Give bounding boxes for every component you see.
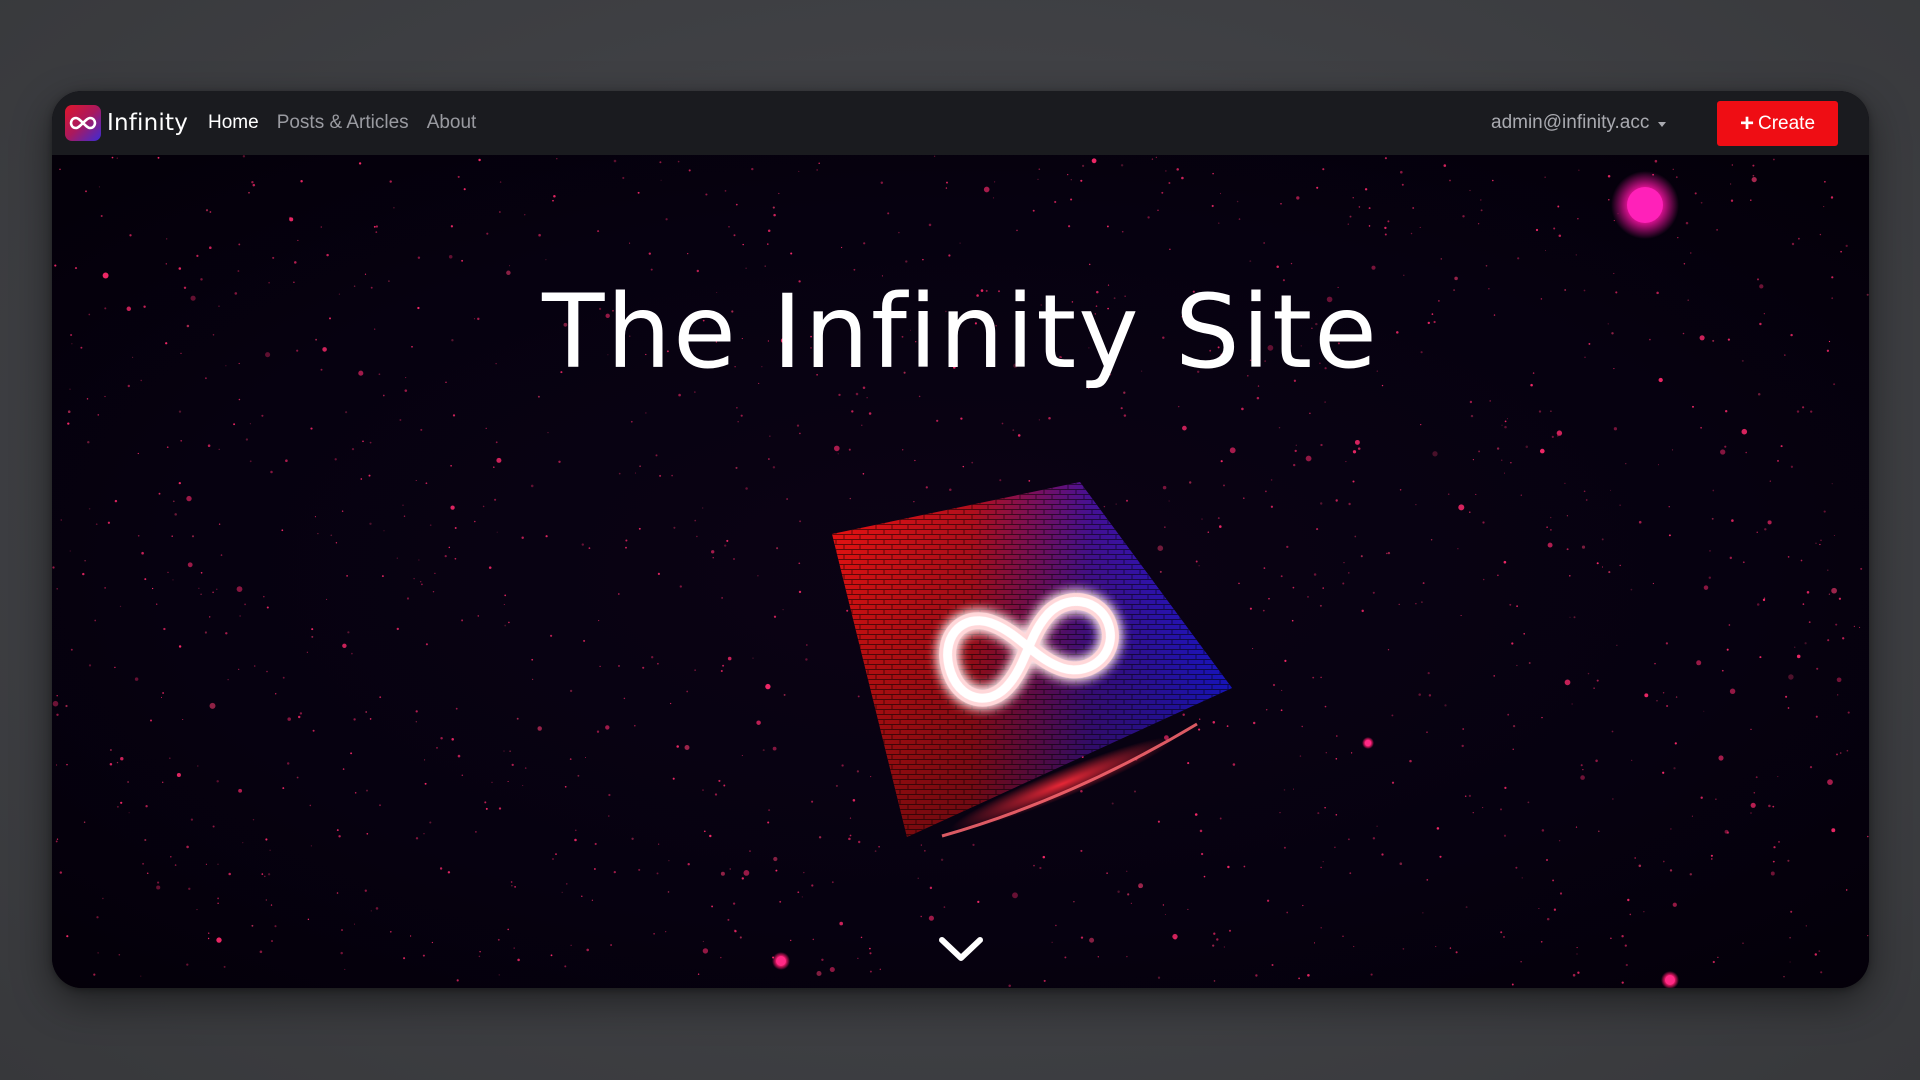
nav-links: Home Posts & Articles About	[208, 91, 494, 155]
browser-viewport: Infinity Home Posts & Articles About adm…	[52, 91, 1869, 988]
hero-section: The Infinity Site	[52, 155, 1869, 988]
hero-title: The Infinity Site	[542, 273, 1379, 392]
user-menu-dropdown[interactable]: admin@infinity.acc	[1491, 91, 1667, 155]
caret-down-icon	[1658, 121, 1667, 127]
brand-name: Infinity	[107, 110, 189, 136]
create-button-label: Create	[1757, 112, 1816, 134]
user-email: admin@infinity.acc	[1491, 112, 1650, 133]
nav-link-posts-articles[interactable]: Posts & Articles	[277, 112, 409, 134]
nav-link-about[interactable]: About	[427, 112, 477, 134]
brand[interactable]: Infinity	[65, 105, 188, 141]
infinity-icon	[65, 105, 101, 141]
navbar: Infinity Home Posts & Articles About adm…	[52, 91, 1869, 155]
chevron-down-icon[interactable]	[936, 931, 986, 967]
nav-link-home[interactable]: Home	[208, 112, 259, 134]
plus-icon: +	[1739, 109, 1754, 137]
infinity-cube-icon	[832, 482, 1232, 838]
create-button[interactable]: + Create	[1717, 101, 1838, 146]
